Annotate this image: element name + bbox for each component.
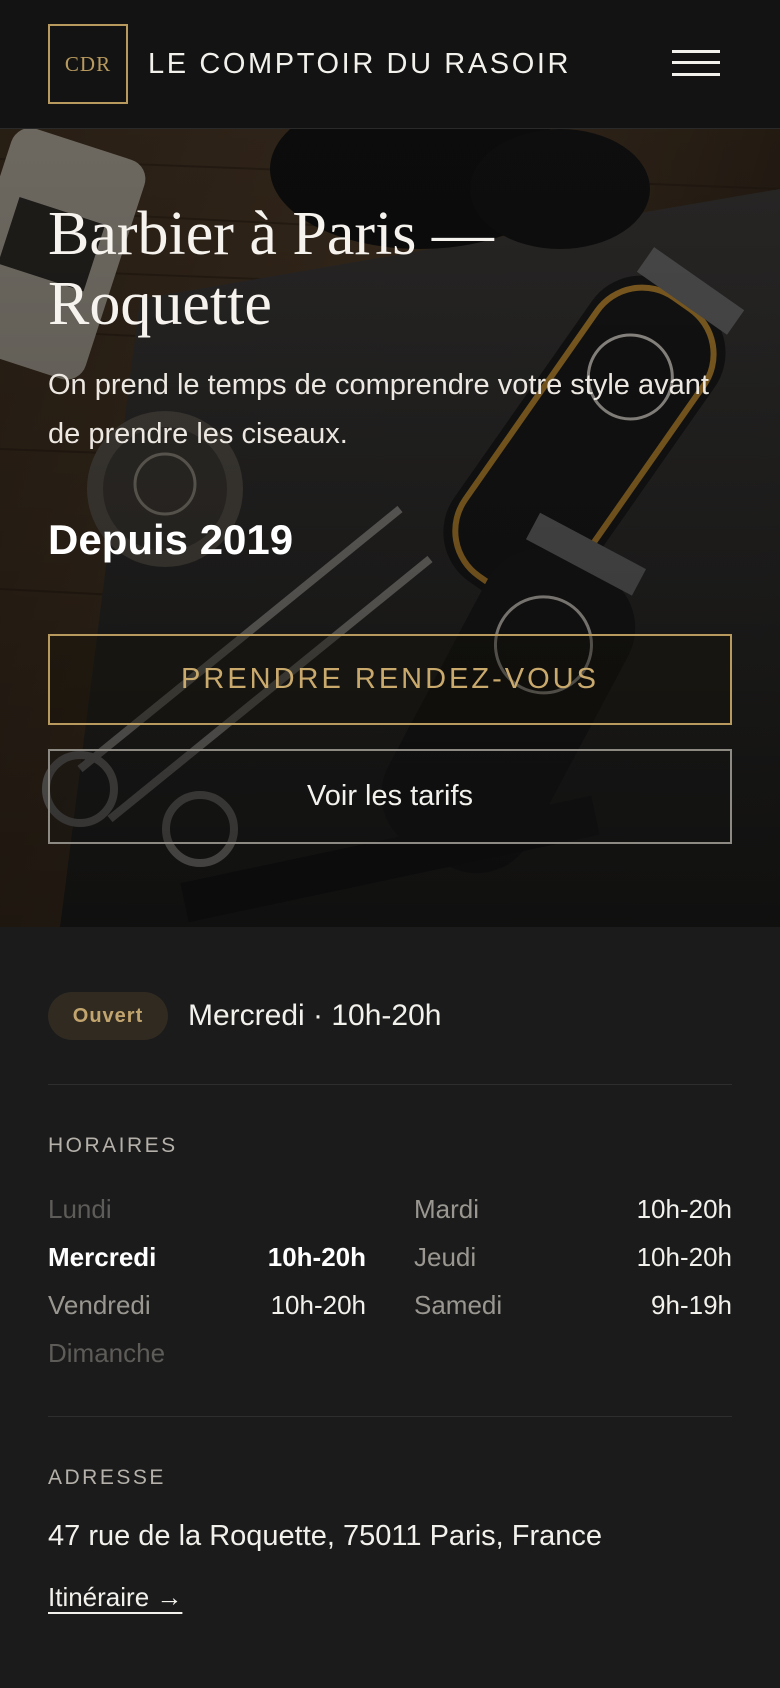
menu-bar-middle [672,61,720,64]
logo[interactable]: CDR [48,24,128,104]
hours-row-mercredi: Mercredi 10h-20h [48,1239,366,1275]
day-name: Lundi [48,1193,112,1224]
menu-bar-top [672,50,720,53]
hero-title: Barbier à Paris — Roquette [48,200,494,338]
day-name: Dimanche [48,1337,166,1368]
hero-section: Barbier à Paris — Roquette On prend le t… [0,129,780,927]
day-name: Jeudi [414,1241,477,1272]
day-name: Mardi [414,1193,480,1224]
day-hours: 10h-20h [636,1241,732,1272]
info-section: Ouvert Mercredi · 10h-20h HORAIRES Lundi… [0,927,780,1688]
day-hours: 10h-20h [636,1193,732,1224]
hero-subtitle: On prend le temps de comprendre votre st… [48,369,709,450]
hours-row-jeudi: Jeudi 10h-20h [414,1239,732,1275]
hours-row-samedi: Samedi 9h-19h [414,1287,732,1323]
day-name: Vendredi [48,1289,151,1320]
day-hours: 10h-20h [267,1241,366,1272]
divider [48,1416,732,1417]
since-year: Depuis 2019 [48,516,294,563]
address-text: 47 rue de la Roquette, 75011 Paris, Fran… [48,1520,603,1552]
hours-row-dimanche: Dimanche [48,1335,366,1371]
hamburger-menu-icon[interactable] [672,48,720,80]
hours-row-vendredi: Vendredi 10h-20h [48,1287,366,1323]
today-hours: Mercredi · 10h-20h [188,999,442,1032]
menu-bar-bottom [672,73,720,76]
site-header: CDR LE COMPTOIR DU RASOIR [0,0,780,129]
hours-heading: HORAIRES [48,1134,178,1157]
status-badge: Ouvert [48,992,168,1040]
day-hours: 9h-19h [651,1289,732,1320]
day-name: Mercredi [48,1241,157,1272]
view-prices-button[interactable]: Voir les tarifs [48,749,732,844]
day-hours: 10h-20h [270,1289,366,1320]
directions-link[interactable]: Itinéraire → [48,1580,182,1614]
book-appointment-button[interactable]: PRENDRE RENDEZ-VOUS [48,634,732,725]
brand-name[interactable]: LE COMPTOIR DU RASOIR [148,44,571,84]
hours-row-lundi: Lundi [48,1191,366,1227]
hours-row-mardi: Mardi 10h-20h [414,1191,732,1227]
address-heading: ADRESSE [48,1466,166,1489]
divider [48,1084,732,1085]
day-name: Samedi [414,1289,503,1320]
